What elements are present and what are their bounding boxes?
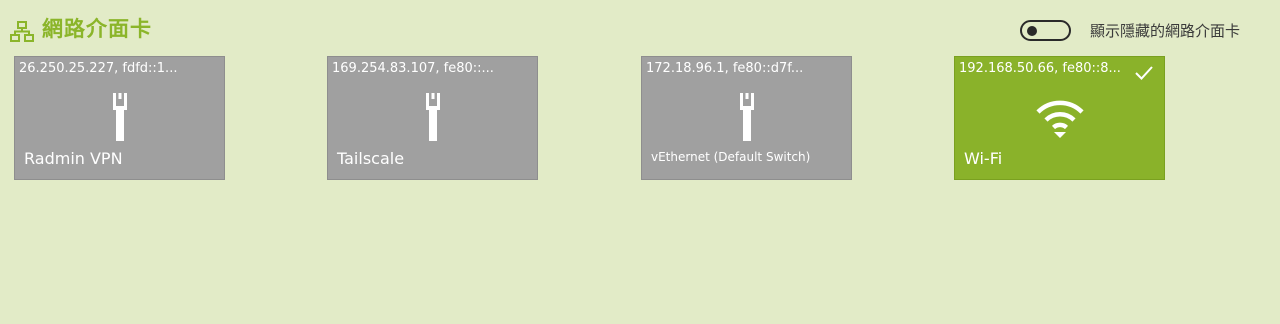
- adapter-ip: 169.254.83.107, fe80::...: [332, 61, 494, 76]
- adapter-ip: 172.18.96.1, fe80::d7f...: [646, 61, 804, 76]
- network-icon: [10, 21, 34, 42]
- ethernet-icon: [425, 93, 440, 141]
- show-hidden-adapters-toggle[interactable]: [1020, 20, 1071, 41]
- toggle-knob: [1027, 25, 1037, 36]
- adapter-ip: 192.168.50.66, fe80::8...: [959, 61, 1121, 76]
- ethernet-icon: [739, 93, 754, 141]
- adapter-name: Radmin VPN: [24, 149, 123, 168]
- adapter-name: Wi-Fi: [964, 149, 1003, 168]
- ethernet-icon: [112, 93, 127, 141]
- wifi-icon: [1035, 100, 1084, 138]
- adapter-ip: 26.250.25.227, fdfd::1...: [19, 61, 178, 76]
- adapter-card-vethernet[interactable]: 172.18.96.1, fe80::d7f... vEthernet (Def…: [641, 56, 852, 180]
- adapter-card-wifi[interactable]: 192.168.50.66, fe80::8... Wi-Fi: [954, 56, 1165, 180]
- adapter-card-tailscale[interactable]: 169.254.83.107, fe80::... Tailscale: [327, 56, 538, 180]
- page-title: 網路介面卡: [42, 17, 152, 41]
- checkmark-icon: [1135, 66, 1153, 80]
- adapter-name: Tailscale: [337, 149, 405, 168]
- adapter-card-radmin-vpn[interactable]: 26.250.25.227, fdfd::1... Radmin VPN: [14, 56, 225, 180]
- adapter-name: vEthernet (Default Switch): [651, 150, 811, 164]
- show-hidden-adapters-label: 顯示隱藏的網路介面卡: [1090, 22, 1241, 40]
